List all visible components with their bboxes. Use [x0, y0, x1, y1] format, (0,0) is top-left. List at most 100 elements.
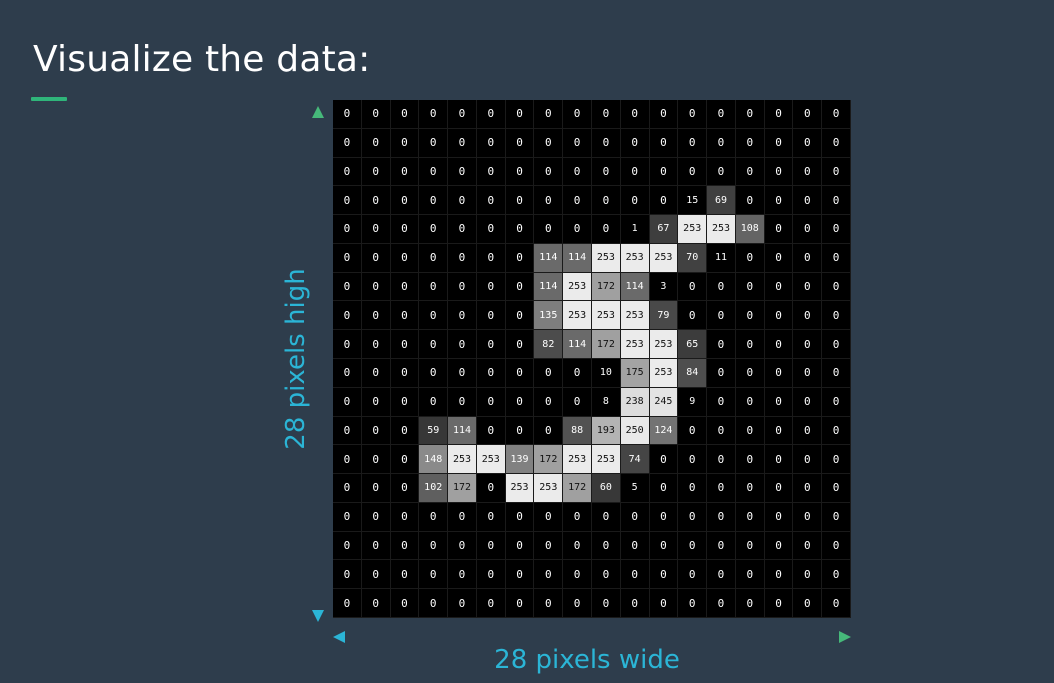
pixel-cell: 0 [505, 416, 535, 446]
pixel-cell: 0 [534, 157, 564, 187]
pixel-cell: 0 [390, 474, 420, 503]
pixel-cell: 139 [505, 445, 535, 475]
pixel-cell: 0 [735, 502, 765, 532]
pixel-cell: 0 [620, 100, 650, 129]
pixel-cell: 0 [476, 243, 506, 273]
pixel-cell: 253 [649, 330, 679, 359]
pixel-cell: 0 [793, 215, 823, 244]
pixel-cell: 0 [764, 387, 794, 417]
pixel-cell: 0 [476, 301, 506, 331]
pixel-cell: 0 [793, 330, 823, 359]
pixel-cell: 253 [448, 445, 477, 475]
pixel-cell: 0 [764, 416, 794, 446]
pixel-cell: 0 [563, 215, 592, 244]
pixel-cell: 0 [563, 387, 592, 417]
pixel-cell: 0 [534, 502, 564, 532]
pixel-cell: 0 [390, 589, 420, 618]
pixel-cell: 79 [649, 301, 679, 331]
pixel-cell: 0 [678, 301, 708, 331]
pixel-cell: 0 [793, 186, 823, 216]
pixel-cell: 0 [764, 330, 794, 359]
pixel-cell: 0 [649, 157, 679, 187]
pixel-cell: 0 [678, 560, 708, 590]
pixel-cell: 0 [333, 243, 362, 273]
pixel-cell: 0 [361, 359, 391, 388]
pixel-cell: 253 [592, 445, 621, 475]
pixel-cell: 82 [534, 330, 564, 359]
slide: Visualize the data: 28 pixels high 28 pi… [0, 0, 1054, 683]
pixel-cell: 0 [390, 330, 420, 359]
pixel-cell: 0 [361, 272, 391, 302]
pixel-cell: 0 [793, 474, 823, 503]
pixel-cell: 0 [448, 560, 477, 590]
pixel-cell: 0 [592, 215, 621, 244]
pixel-cell: 0 [707, 416, 736, 446]
pixel-cell: 0 [476, 416, 506, 446]
vertical-dimension-arrow [312, 106, 324, 622]
pixel-cell: 0 [764, 502, 794, 532]
pixel-cell: 135 [534, 301, 564, 331]
pixel-cell: 0 [678, 157, 708, 187]
pixel-cell: 0 [505, 301, 535, 331]
pixel-cell: 0 [419, 157, 449, 187]
pixel-cell: 0 [333, 589, 362, 618]
pixel-cell: 114 [563, 243, 592, 273]
pixel-cell: 0 [534, 531, 564, 561]
pixel-cell: 0 [476, 589, 506, 618]
pixel-cell: 148 [419, 445, 449, 475]
pixel-cell: 0 [361, 531, 391, 561]
pixel-cell: 70 [678, 243, 708, 273]
pixel-cell: 0 [793, 387, 823, 417]
pixel-cell: 0 [793, 560, 823, 590]
pixel-cell: 0 [649, 128, 679, 158]
pixel-cell: 253 [707, 215, 736, 244]
pixel-cell: 253 [620, 330, 650, 359]
pixel-cell: 0 [333, 157, 362, 187]
pixel-cell: 0 [649, 502, 679, 532]
pixel-cell: 0 [419, 186, 449, 216]
pixel-cell: 0 [707, 157, 736, 187]
pixel-cell: 0 [505, 128, 535, 158]
pixel-cell: 0 [476, 157, 506, 187]
pixel-cell: 0 [620, 157, 650, 187]
pixel-cell: 0 [735, 301, 765, 331]
pixel-cell: 172 [534, 445, 564, 475]
pixel-cell: 0 [419, 100, 449, 129]
pixel-cell: 0 [592, 157, 621, 187]
pixel-cell: 0 [793, 589, 823, 618]
pixel-cell: 0 [822, 416, 851, 446]
pixel-cell: 0 [390, 128, 420, 158]
pixel-cell: 175 [620, 359, 650, 388]
pixel-cell: 0 [822, 243, 851, 273]
pixel-cell: 253 [563, 445, 592, 475]
pixel-cell: 0 [448, 272, 477, 302]
pixel-cell: 0 [563, 502, 592, 532]
pixel-cell: 114 [534, 272, 564, 302]
pixel-cell: 253 [620, 243, 650, 273]
pixel-cell: 0 [735, 416, 765, 446]
pixel-cell: 0 [534, 128, 564, 158]
pixel-cell: 0 [735, 186, 765, 216]
pixel-cell: 0 [592, 186, 621, 216]
pixel-cell: 0 [592, 128, 621, 158]
pixel-cell: 0 [735, 100, 765, 129]
pixel-cell: 8 [592, 387, 621, 417]
horizontal-dimension-arrow [333, 631, 851, 643]
pixel-cell: 0 [620, 186, 650, 216]
pixel-cell: 0 [505, 186, 535, 216]
pixel-cell: 15 [678, 186, 708, 216]
pixel-cell: 0 [448, 215, 477, 244]
width-label: 28 pixels wide [494, 645, 680, 675]
pixel-cell: 10 [592, 359, 621, 388]
pixel-cell: 0 [448, 359, 477, 388]
height-label: 28 pixels high [281, 268, 311, 450]
pixel-cell: 245 [649, 387, 679, 417]
pixel-cell: 253 [476, 445, 506, 475]
pixel-cell: 0 [505, 215, 535, 244]
pixel-cell: 0 [592, 560, 621, 590]
pixel-cell: 0 [361, 128, 391, 158]
pixel-cell: 0 [592, 531, 621, 561]
pixel-cell: 0 [649, 445, 679, 475]
pixel-cell: 0 [649, 589, 679, 618]
pixel-cell: 0 [707, 330, 736, 359]
